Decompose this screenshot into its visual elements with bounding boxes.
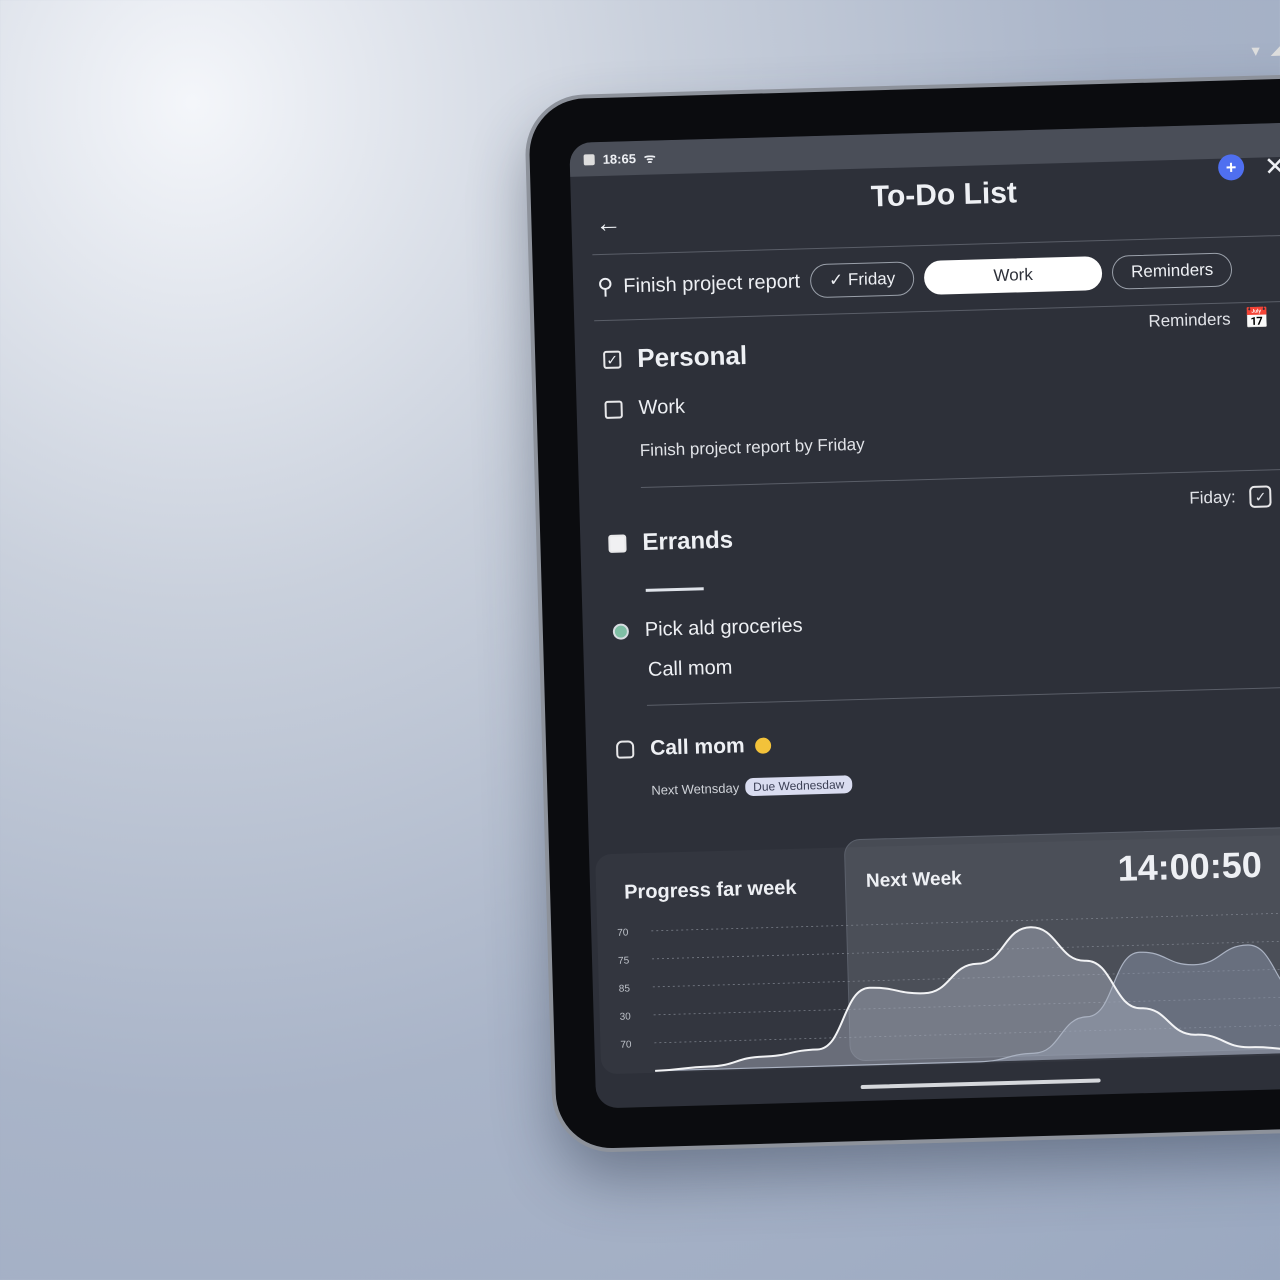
arrow-left-icon[interactable]: ← [595,207,622,239]
progress-chart: 70 75 85 30 70 [617,912,1280,1072]
task-call-mom[interactable]: Call mom [615,733,771,761]
grid-line [651,912,1280,932]
page-title: To-Do List [870,176,1018,214]
wifi-icon: ▼ [1248,41,1263,59]
grid-line [652,940,1280,960]
priority-dot-icon [754,737,771,754]
task-meta: Next Wetnsday Due Wednesdaw [651,775,853,799]
divider [645,587,704,592]
chip-friday[interactable]: ✓ Friday [809,261,915,299]
tablet-device: ▼ ◢◢ 83 ▭ 18:65 ᯤ ← To-Do List + ✕ ⚲ Fin… [528,41,1280,1150]
y-tick-label: 75 [618,955,630,966]
home-indicator[interactable] [860,1078,1101,1090]
friday-filter[interactable]: Fiday: ✓ [1189,485,1272,509]
task-title: Pick ald groceries [644,614,803,641]
filter-bar: ⚲ Finish project report ✓ Friday Work Re… [597,252,1233,304]
task-title: Work [638,395,686,420]
device-status: ▼ ◢◢ 83 ▭ [1248,39,1280,59]
task-work[interactable]: Work [604,396,685,421]
status-bar: 18:65 ᯤ [569,120,1280,177]
search-input[interactable]: Finish project report [623,270,800,298]
divider [640,468,1280,488]
section-personal[interactable]: ✓ Personal [603,340,748,375]
y-tick-label: 30 [619,1011,631,1022]
signal-icon: ◢◢ [1270,40,1280,58]
reminders-label: Reminders [1148,308,1231,331]
task-title: Call mom [647,656,733,681]
chip-work[interactable]: Work [923,256,1103,296]
task-note: Finish project report by Friday [639,434,865,461]
checkbox-checked-icon[interactable]: ✓ [1249,485,1272,509]
task-groceries[interactable]: Pick ald groceries [612,614,803,643]
section-title: Personal [636,339,748,374]
clock: 18:65 [602,150,637,167]
checkbox-icon[interactable] [615,740,635,759]
timer: 14:00:50 [1117,843,1263,889]
y-tick-label: 70 [620,1039,632,1050]
section-title: Errands [642,526,734,556]
notification-icon [583,153,595,165]
chip-reminders[interactable]: Reminders [1111,252,1233,290]
section-errands[interactable]: Errands [608,526,733,557]
y-tick-label: 70 [617,928,629,939]
reminders-link[interactable]: Reminders 📅 [1148,305,1270,333]
search-icon[interactable]: ⚲ [597,274,614,300]
checkbox-checked-icon[interactable]: ✓ [603,350,622,369]
progress-title: Progress far week [623,876,797,904]
calendar-icon: 📅 [1244,307,1270,331]
app-screen: 18:65 ᯤ ← To-Do List + ✕ ⚲ Finish projec… [569,120,1280,1109]
radio-checked-icon[interactable] [612,622,630,640]
checkbox-filled-icon[interactable] [608,534,627,553]
task-title: Call mom [649,734,745,760]
friday-label: Fiday: [1189,487,1236,508]
y-tick-label: 85 [619,983,631,994]
close-icon[interactable]: ✕ [1264,151,1280,183]
next-week-label: Next Week [865,868,962,892]
plus-icon[interactable]: + [1217,154,1245,181]
due-badge: Due Wednesdaw [744,775,853,797]
task-subtitle: Next Wetnsday [651,779,740,798]
checkbox-icon[interactable] [604,399,623,419]
divider [592,232,1280,256]
wifi-icon: ᯤ [643,150,657,166]
divider [646,685,1280,706]
